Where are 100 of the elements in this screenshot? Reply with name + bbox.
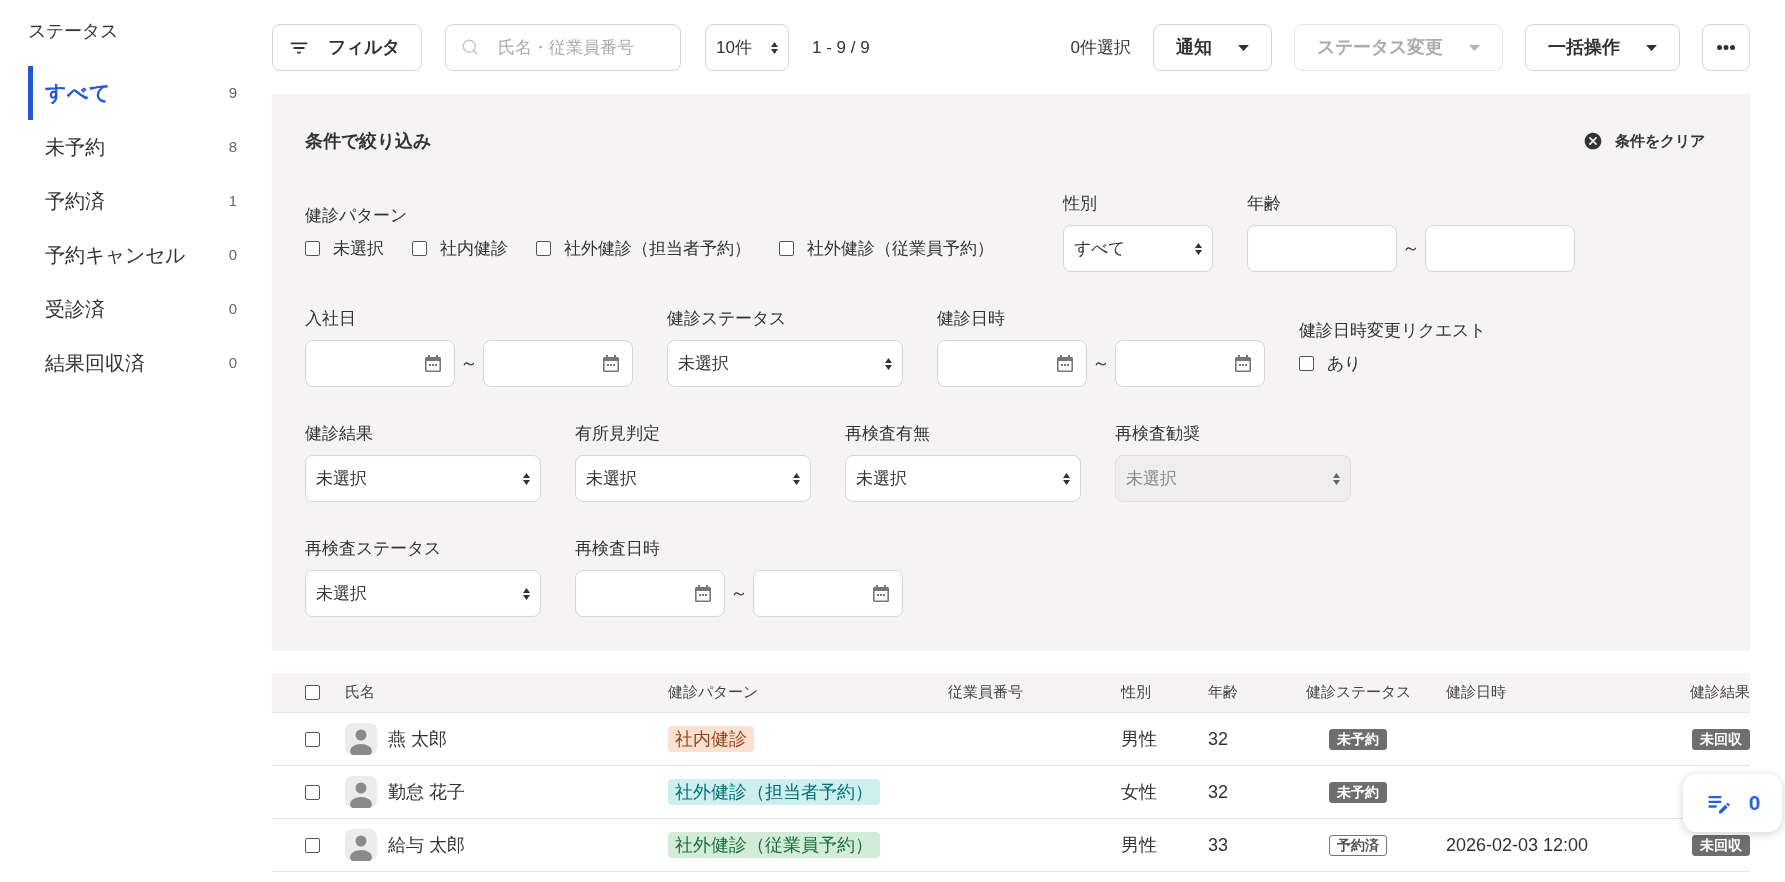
pattern-tag: 社外健診（従業員予約）: [668, 832, 880, 858]
clear-icon: [1583, 131, 1603, 151]
checkbox[interactable]: [305, 784, 320, 800]
result-range: 1 - 9 / 9: [812, 36, 870, 59]
range-separator: ～: [1401, 237, 1421, 260]
table-cell: 男性: [1121, 834, 1157, 855]
floating-counter-button[interactable]: 0: [1683, 774, 1782, 832]
table-cell: 33: [1208, 834, 1229, 855]
checkbox[interactable]: [412, 241, 427, 256]
status-filter-item[interactable]: 未予約 8: [28, 120, 237, 174]
filter-button[interactable]: フィルタ: [272, 24, 422, 71]
action-dropdown-button[interactable]: 一括操作: [1525, 24, 1680, 71]
number-input[interactable]: [1425, 225, 1575, 272]
date-input[interactable]: [1115, 340, 1265, 387]
select-field[interactable]: 未選択: [845, 455, 1081, 502]
field-label: 再検査有無: [845, 423, 930, 445]
checkbox[interactable]: [305, 837, 320, 853]
range-separator: ～: [459, 352, 479, 375]
panel-title: 条件で絞り込み: [305, 129, 431, 153]
caret-icon: [1238, 44, 1249, 51]
calendar-icon: [695, 585, 711, 602]
table-cell: 32: [1208, 781, 1229, 802]
search-field[interactable]: 氏名・従業員番号: [445, 24, 681, 71]
checkbox[interactable]: [1299, 356, 1314, 371]
table-cell: 男性: [1121, 728, 1157, 749]
date-input[interactable]: [575, 570, 725, 617]
select-field[interactable]: 未選択: [667, 340, 903, 387]
clear-conditions-button[interactable]: 条件をクリア: [1571, 129, 1717, 153]
avatar-icon: [345, 829, 377, 861]
field-label: 有所見判定: [575, 423, 660, 445]
pattern-tag: 社内健診: [668, 726, 754, 752]
select-arrows-icon: [523, 472, 530, 485]
status-badge: 未予約: [1329, 728, 1387, 750]
table-cell: 女性: [1121, 781, 1157, 802]
avatar-icon: [345, 776, 377, 808]
select-arrows-icon: [793, 472, 800, 485]
checkbox-label[interactable]: 未選択: [333, 236, 384, 261]
field-label: 再検査日時: [575, 538, 660, 560]
calendar-icon: [873, 585, 889, 602]
checkbox-label[interactable]: 社内健診: [440, 236, 508, 261]
select-field[interactable]: 未選択: [575, 455, 811, 502]
field-label: 年齢: [1247, 193, 1281, 215]
calendar-icon: [1235, 355, 1251, 372]
field-label: 再検査勧奨: [1115, 423, 1200, 445]
select-arrows-icon: [885, 357, 892, 370]
avatar-icon: [345, 723, 377, 755]
date-input[interactable]: [305, 340, 455, 387]
checkbox[interactable]: [305, 241, 320, 256]
page-size-select[interactable]: 10件: [705, 24, 789, 71]
column-header: 従業員番号: [948, 682, 1023, 703]
caret-icon: [1469, 44, 1480, 51]
field-label: 健診日時: [937, 308, 1005, 330]
selection-count: 0件選択: [1070, 36, 1131, 59]
checkbox-label[interactable]: 社外健診（担当者予約）: [564, 236, 751, 261]
action-dropdown-button[interactable]: 通知: [1153, 24, 1272, 71]
field-label: 健診パターン: [305, 204, 407, 227]
column-header: 年齢: [1208, 682, 1238, 703]
column-header: 健診結果: [1690, 682, 1750, 703]
select-field[interactable]: 未選択: [305, 570, 541, 617]
status-filter-item[interactable]: すべて 9: [28, 66, 237, 120]
status-filter-item[interactable]: 予約キャンセル 0: [28, 228, 237, 282]
checkbox[interactable]: [305, 731, 320, 747]
checkbox[interactable]: [536, 241, 551, 256]
status-filter-item[interactable]: 予約済 1: [28, 174, 237, 228]
date-input[interactable]: [937, 340, 1087, 387]
caret-icon: [1646, 44, 1657, 51]
date-input[interactable]: [753, 570, 903, 617]
calendar-icon: [603, 355, 619, 372]
field-label: 再検査ステータス: [305, 538, 441, 560]
range-separator: ～: [1091, 352, 1111, 375]
select-arrows-icon: [1063, 472, 1070, 485]
select-field[interactable]: 未選択: [305, 455, 541, 502]
checkbox[interactable]: [305, 685, 320, 700]
checkbox[interactable]: [779, 241, 794, 256]
table-cell: 32: [1208, 728, 1229, 749]
calendar-icon: [425, 355, 441, 372]
more-button[interactable]: [1702, 24, 1750, 71]
range-separator: ～: [729, 582, 749, 605]
status-badge: 予約済: [1329, 834, 1387, 856]
checkbox-label[interactable]: あり: [1327, 351, 1361, 376]
sidebar-title: ステータス: [28, 20, 118, 43]
field-label: 健診ステータス: [667, 308, 786, 330]
column-header: 性別: [1121, 682, 1151, 703]
result-badge: 未回収: [1692, 834, 1750, 856]
column-header: 健診パターン: [668, 682, 758, 703]
status-filter-item[interactable]: 結果回収済 0: [28, 336, 237, 390]
select-arrows-icon: [1333, 472, 1340, 485]
select-field[interactable]: すべて: [1063, 225, 1213, 272]
employee-name: 燕 太郎: [388, 727, 447, 751]
number-input[interactable]: [1247, 225, 1397, 272]
date-input[interactable]: [483, 340, 633, 387]
status-filter-item[interactable]: 受診済 0: [28, 282, 237, 336]
status-badge: 未予約: [1329, 781, 1387, 803]
checkbox-label[interactable]: 社外健診（従業員予約）: [807, 236, 994, 261]
employee-name: 給与 太郎: [388, 833, 465, 857]
pattern-tag: 社外健診（担当者予約）: [668, 779, 880, 805]
more-icon: [1717, 45, 1735, 50]
search-icon: [461, 38, 479, 56]
table-cell: 2026-02-03 12:00: [1446, 834, 1589, 855]
field-label: 入社日: [305, 308, 356, 330]
